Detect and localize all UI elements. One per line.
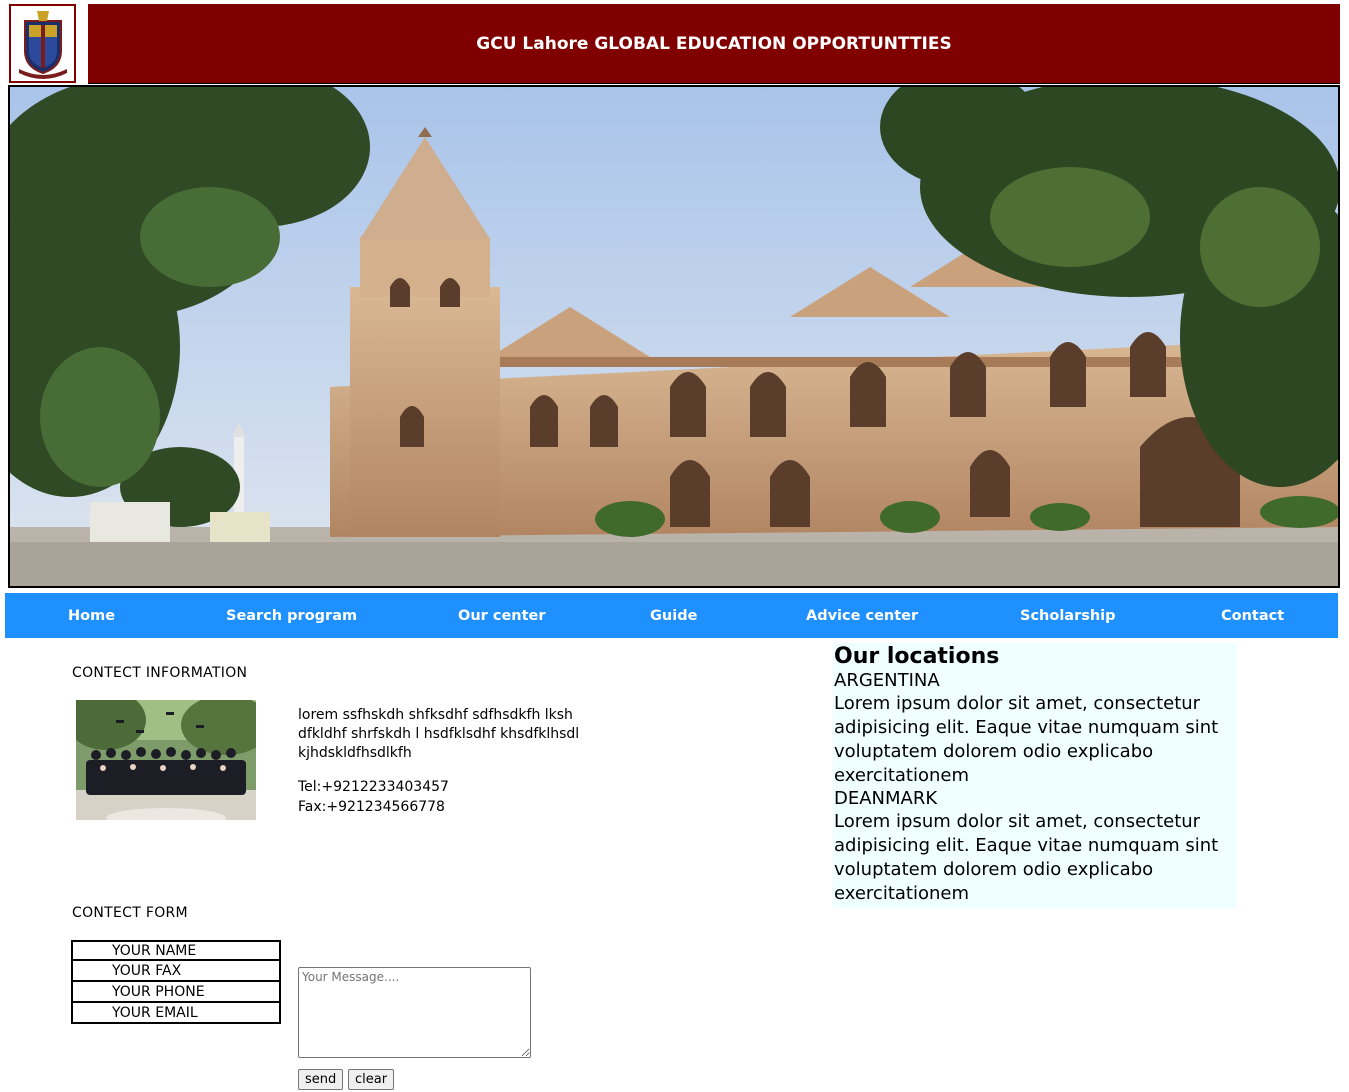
contact-info-heading: CONTECT INFORMATION [72,665,248,681]
clear-button[interactable]: clear [348,1069,395,1090]
nav-guide[interactable]: Guide [650,608,697,624]
contact-form-heading: CONTECT FORM [72,905,188,921]
nav-our-center[interactable]: Our center [458,608,546,624]
email-field[interactable] [71,1003,281,1024]
main-nav: Home Search program Our center Guide Adv… [5,593,1338,638]
hero-banner [8,85,1340,588]
contact-fax: Fax:+921234566778 [298,799,445,815]
header-bar: GCU Lahore GLOBAL EDUCATION OPPORTUNTTIE… [88,4,1340,84]
send-button[interactable]: send [298,1069,344,1090]
location-name: ARGENTINA [834,670,940,691]
nav-search-program[interactable]: Search program [226,608,357,624]
contact-form-fields [71,940,281,1024]
location-description: Lorem ipsum dolor sit amet, consectetur … [834,811,1219,904]
site-title: GCU Lahore GLOBAL EDUCATION OPPORTUNTTIE… [476,33,952,54]
site-logo[interactable] [9,4,76,83]
contact-info-text: lorem ssfhskdh shfksdhf sdfhsdkfh lksh d… [298,707,580,761]
phone-field[interactable] [71,982,281,1003]
locations-title: Our locations [834,644,1000,669]
location-description: Lorem ipsum dolor sit amet, consectetur … [834,693,1219,786]
graduation-group-photo [76,700,256,820]
locations-panel: Our locations ARGENTINA Lorem ipsum dolo… [833,643,1237,908]
fax-field[interactable] [71,961,281,982]
contact-tel: Tel:+9212233403457 [298,779,449,795]
location-name: DEANMARK [834,788,938,809]
nav-scholarship[interactable]: Scholarship [1020,608,1116,624]
gcu-main-building-photo [10,87,1338,586]
nav-advice-center[interactable]: Advice center [806,608,918,624]
gcu-crest-icon [12,6,73,81]
nav-home[interactable]: Home [68,608,115,624]
message-textarea[interactable] [298,967,531,1058]
name-field[interactable] [71,940,281,961]
nav-contact[interactable]: Contact [1221,608,1284,624]
